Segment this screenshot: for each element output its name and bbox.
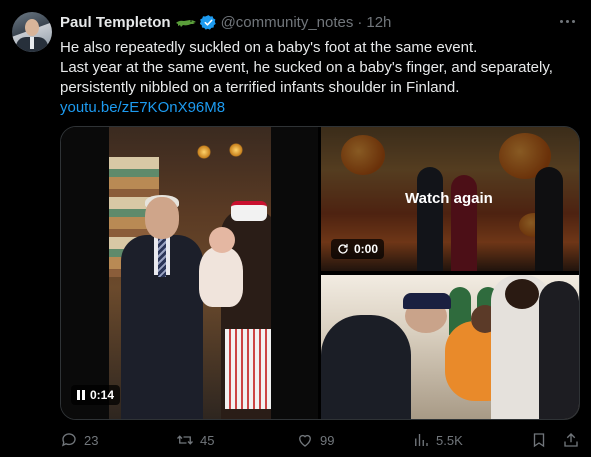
reply-icon bbox=[61, 433, 76, 447]
heart-icon bbox=[299, 434, 311, 447]
media-grid: 0:14 Watch again 0:00 bbox=[60, 126, 580, 420]
video-top-right[interactable]: Watch again 0:00 bbox=[321, 127, 579, 271]
video-left-time-badge: 0:14 bbox=[71, 385, 121, 405]
youtube-link[interactable]: youtu.be/zE7KOnX96M8 bbox=[60, 99, 225, 116]
bookmark-button[interactable] bbox=[530, 430, 548, 450]
repost-icon bbox=[177, 435, 193, 445]
watch-again-button[interactable]: Watch again bbox=[405, 190, 493, 207]
tweet-actions: 23 45 99 5.5K bbox=[60, 430, 580, 450]
separator-dot: · bbox=[357, 13, 363, 31]
tweet-text: He also repeatedly suckled on a baby's f… bbox=[60, 38, 575, 118]
tweet-text-line-2: Last year at the same event, he sucked o… bbox=[60, 59, 553, 96]
reply-button[interactable]: 23 bbox=[60, 430, 98, 450]
author-handle[interactable]: @community_notes bbox=[221, 14, 354, 31]
tweet-text-line-1: He also repeatedly suckled on a baby's f… bbox=[60, 39, 478, 56]
like-count: 99 bbox=[320, 432, 335, 448]
repost-button[interactable]: 45 bbox=[176, 430, 214, 450]
video-tr-time-badge: 0:00 bbox=[331, 239, 385, 259]
views-chart-icon bbox=[415, 434, 428, 446]
pause-icon[interactable] bbox=[77, 390, 85, 400]
author-name[interactable]: Paul Templeton bbox=[60, 14, 171, 31]
bookmark-icon bbox=[533, 433, 545, 448]
image-bottom-right[interactable] bbox=[321, 275, 579, 419]
author-avatar[interactable] bbox=[12, 12, 52, 52]
crocodile-emoji-icon bbox=[175, 20, 196, 27]
repost-count: 45 bbox=[200, 432, 215, 448]
video-tr-time: 0:00 bbox=[354, 242, 379, 256]
video-left[interactable]: 0:14 bbox=[61, 127, 318, 419]
reply-count: 23 bbox=[84, 432, 99, 448]
tweet-timestamp[interactable]: 12h bbox=[366, 14, 391, 31]
views-count: 5.5K bbox=[436, 432, 463, 448]
share-button[interactable] bbox=[562, 430, 580, 450]
share-icon bbox=[564, 433, 578, 447]
verified-badge-icon bbox=[199, 14, 216, 30]
like-button[interactable]: 99 bbox=[296, 430, 334, 450]
video-left-time: 0:14 bbox=[90, 388, 115, 402]
more-options-icon[interactable] bbox=[557, 13, 577, 29]
replay-icon[interactable] bbox=[337, 243, 349, 255]
views-button[interactable]: 5.5K bbox=[412, 430, 463, 450]
video-left-frame bbox=[109, 127, 271, 419]
tweet-header: Paul Templeton @community_notes · 12h bbox=[60, 12, 391, 32]
